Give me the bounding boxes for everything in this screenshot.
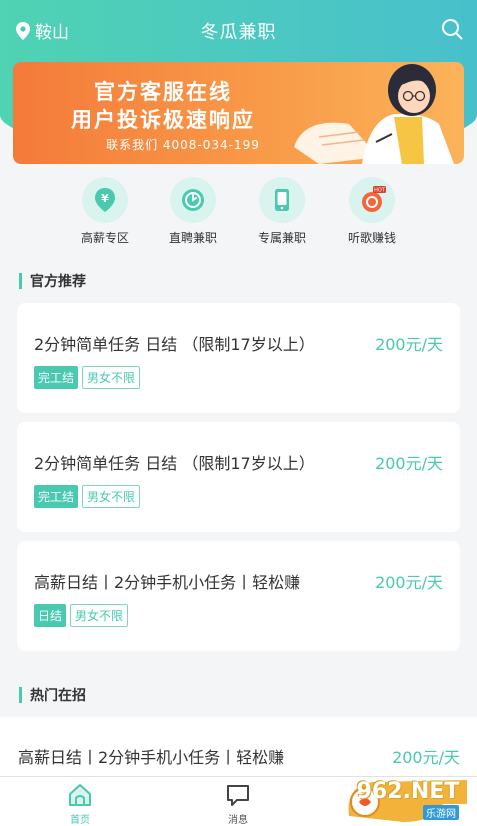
banner-line-1: 官方客服在线 xyxy=(94,80,232,104)
category-label: 听歌赚钱 xyxy=(347,231,396,245)
top-bar: 鞍山 冬瓜兼职 xyxy=(0,0,477,60)
section-accent-bar xyxy=(19,273,22,289)
category-label: 专属兼职 xyxy=(257,231,306,245)
job-title: 2分钟简单任务 日结 （限制17岁以上） xyxy=(34,335,315,354)
category-row: ¥ 高薪专区 直聘兼职 专属兼职 HOT 听歌赚钱 xyxy=(0,177,477,247)
job-salary: 200元/天 xyxy=(375,335,443,354)
site-watermark: 962.NET 乐游网 xyxy=(343,776,473,824)
job-title: 高薪日结丨2分钟手机小任务丨轻松赚 xyxy=(34,573,301,592)
category-direct-hire[interactable]: 直聘兼职 xyxy=(148,177,238,246)
watermark-brand: 962.NET xyxy=(356,779,460,804)
section-accent-bar xyxy=(19,687,22,703)
category-high-salary[interactable]: ¥ 高薪专区 xyxy=(60,177,150,246)
section-recommended: 官方推荐 xyxy=(19,271,86,291)
job-salary: 200元/天 xyxy=(392,748,460,767)
search-icon[interactable] xyxy=(441,18,463,40)
job-salary: 200元/天 xyxy=(375,573,443,592)
customer-service-banner[interactable]: 官方客服在线 用户投诉极速响应 联系我们 4008-034-199 xyxy=(13,62,464,164)
category-music[interactable]: HOT 听歌赚钱 xyxy=(327,177,417,246)
message-icon xyxy=(227,785,249,806)
pay-tag: 日结 xyxy=(34,604,67,627)
section-title: 官方推荐 xyxy=(30,274,86,290)
job-title: 高薪日结丨2分钟手机小任务丨轻松赚 xyxy=(18,748,285,767)
gender-tag: 男女不限 xyxy=(82,366,141,389)
clock-check-icon xyxy=(182,189,204,211)
job-title: 2分钟简单任务 日结 （限制17岁以上） xyxy=(34,454,315,473)
banner-line-2: 用户投诉极速响应 xyxy=(71,108,255,132)
hot-music-icon: HOT xyxy=(362,186,386,212)
job-card[interactable]: 2分钟简单任务 日结 （限制17岁以上） 200元/天 完工结 男女不限 xyxy=(17,303,460,413)
pay-tag: 完工结 xyxy=(34,485,79,508)
pay-tag: 完工结 xyxy=(34,366,79,389)
category-label: 直聘兼职 xyxy=(168,231,217,245)
category-exclusive[interactable]: 专属兼职 xyxy=(237,177,327,246)
svg-text:HOT: HOT xyxy=(374,188,386,194)
job-card[interactable]: 2分钟简单任务 日结 （限制17岁以上） 200元/天 完工结 男女不限 xyxy=(17,422,460,532)
job-salary: 200元/天 xyxy=(375,454,443,473)
phone-icon xyxy=(275,189,289,211)
gender-tag: 男女不限 xyxy=(82,485,141,508)
tab-label: 首页 xyxy=(70,815,90,826)
section-title: 热门在招 xyxy=(30,688,86,704)
app-title: 冬瓜兼职 xyxy=(200,22,277,43)
tab-label: 消息 xyxy=(228,815,248,826)
job-card[interactable]: 高薪日结丨2分钟手机小任务丨轻松赚 200元/天 日结 男女不限 xyxy=(17,541,460,651)
tab-messages[interactable]: 消息 xyxy=(198,782,278,826)
watermark-sub: 乐游网 xyxy=(423,805,459,820)
section-hot: 热门在招 xyxy=(19,685,86,705)
yen-location-icon: ¥ xyxy=(95,188,115,212)
hot-job-item[interactable]: 高薪日结丨2分钟手机小任务丨轻松赚 200元/天 xyxy=(0,717,477,777)
home-icon xyxy=(69,784,91,806)
tab-home[interactable]: 首页 xyxy=(40,782,120,826)
service-agent-illustration xyxy=(294,64,454,164)
gender-tag: 男女不限 xyxy=(70,604,129,627)
category-label: 高薪专区 xyxy=(80,231,129,245)
svg-text:¥: ¥ xyxy=(101,192,109,205)
